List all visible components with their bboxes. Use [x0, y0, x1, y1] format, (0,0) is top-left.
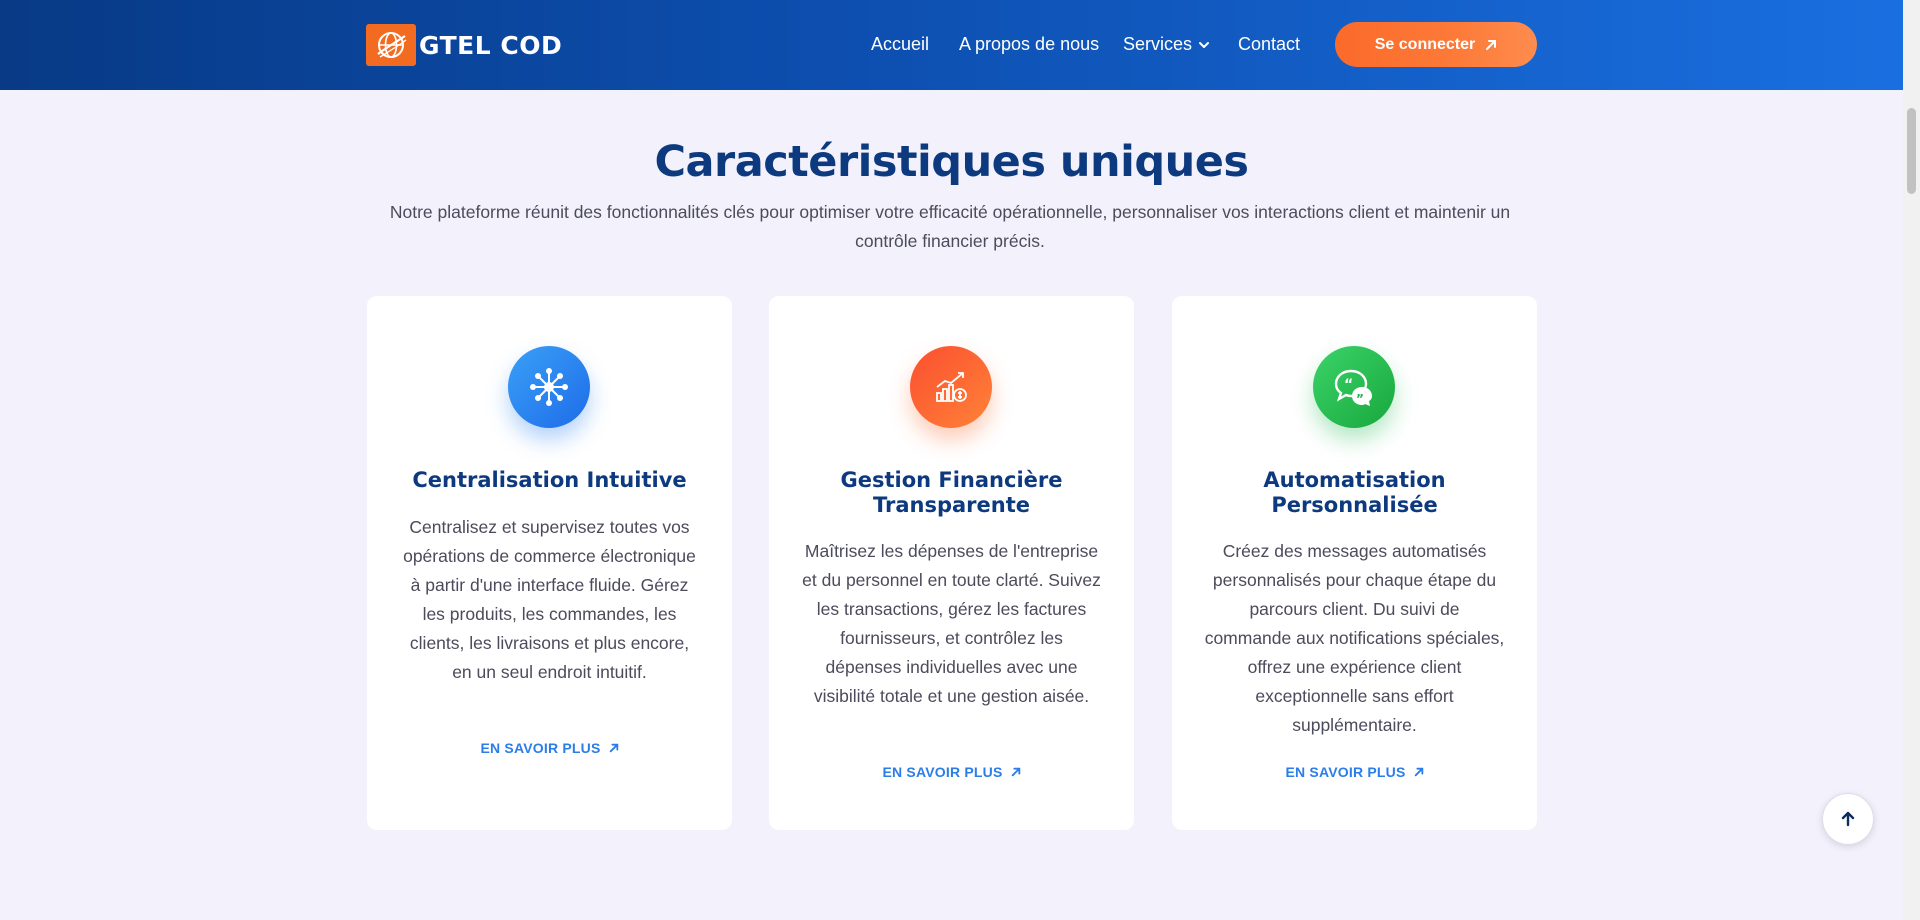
nav-item-services-label: Services: [1123, 34, 1193, 54]
learn-more-label: EN SAVOIR PLUS: [480, 740, 601, 756]
arrow-up-icon: [1841, 811, 1855, 827]
chat-quote-icon: “ ”: [1313, 346, 1395, 428]
learn-more-label: EN SAVOIR PLUS: [1285, 764, 1406, 780]
network-hub-icon: [508, 346, 590, 428]
brand-logo[interactable]: GTEL COD: [366, 24, 562, 66]
arrow-up-right-icon: [1486, 39, 1497, 50]
learn-more-label: EN SAVOIR PLUS: [882, 764, 1003, 780]
arrow-up-right-icon: [1414, 767, 1423, 777]
card-title: Centralisation Intuitive: [412, 468, 687, 492]
card-title: Automatisation Personnalisée: [1263, 468, 1446, 517]
login-button[interactable]: Se connecter: [1335, 22, 1537, 67]
section-title: Caractéristiques uniques: [654, 137, 1249, 187]
svg-text:“: “: [1344, 377, 1353, 393]
brand-name: GTEL COD: [419, 30, 563, 60]
arrow-up-right-icon: [609, 743, 618, 753]
card-description: Maîtrisez les dépenses de l'entreprise e…: [802, 541, 1101, 706]
globe-logo-icon: [366, 24, 416, 66]
nav-item-services[interactable]: Services: [1123, 34, 1210, 55]
card-description: Centralisez et supervisez toutes vos opé…: [403, 517, 696, 682]
chevron-down-icon: [1199, 41, 1210, 48]
feature-card-automatisation: “ ” Automatisation Personnalisée Créez d…: [1172, 296, 1537, 830]
nav-item-a-propos[interactable]: A propos de nous: [959, 34, 1099, 55]
nav-item-contact[interactable]: Contact: [1238, 34, 1300, 55]
feature-card-gestion-financiere: Gestion Financière Transparente Maîtrise…: [769, 296, 1134, 830]
card-title: Gestion Financière Transparente: [840, 468, 1063, 517]
svg-text:”: ”: [1356, 392, 1364, 406]
finance-growth-icon: [910, 346, 992, 428]
arrow-up-right-icon: [1011, 767, 1020, 777]
login-button-label: Se connecter: [1374, 35, 1476, 53]
page-scrollbar[interactable]: [1903, 0, 1920, 920]
nav-item-accueil[interactable]: Accueil: [871, 34, 929, 55]
scrollbar-thumb[interactable]: [1907, 108, 1916, 194]
site-header: GTEL COD Accueil A propos de nous Servic…: [0, 0, 1903, 90]
feature-card-centralisation: Centralisation Intuitive Centralisez et …: [367, 296, 732, 830]
section-description: Notre plateforme réunit des fonctionnali…: [389, 202, 1511, 251]
learn-more-link[interactable]: EN SAVOIR PLUS: [769, 764, 1134, 780]
learn-more-link[interactable]: EN SAVOIR PLUS: [367, 740, 732, 756]
card-description: Créez des messages automatisés personnal…: [1204, 541, 1505, 735]
learn-more-link[interactable]: EN SAVOIR PLUS: [1172, 764, 1537, 780]
back-to-top-button[interactable]: [1822, 793, 1874, 845]
